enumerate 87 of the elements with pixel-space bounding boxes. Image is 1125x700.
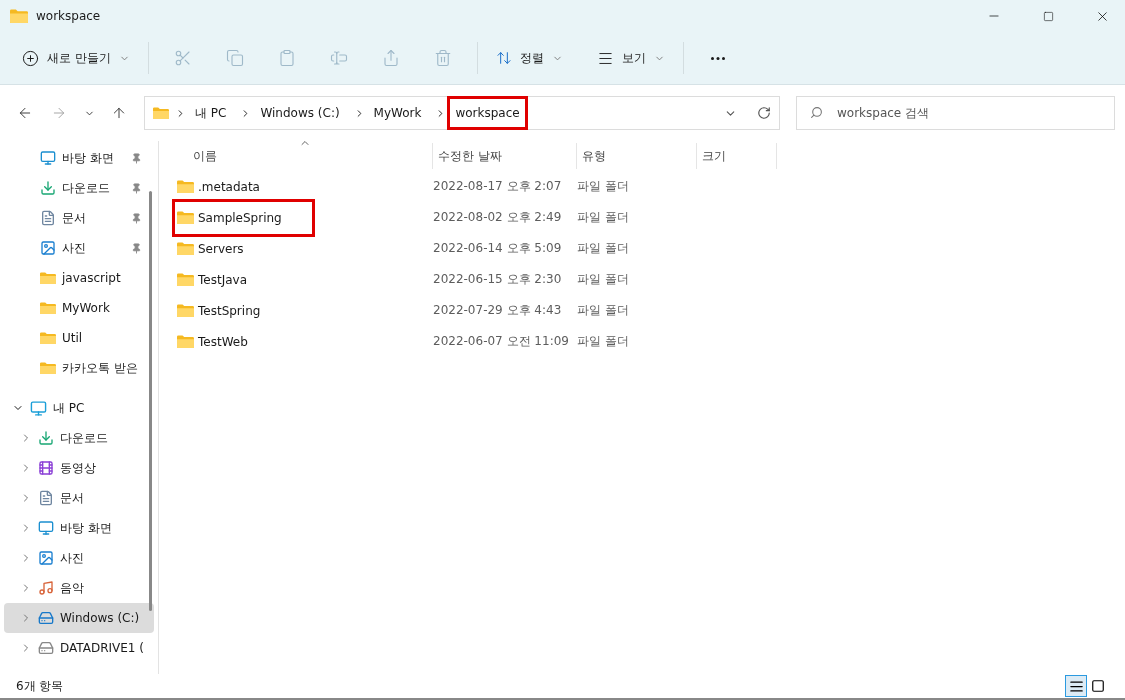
sidebar-item[interactable]: 음악	[4, 573, 154, 603]
drive-icon	[38, 610, 54, 626]
picture-icon	[40, 240, 56, 256]
new-button[interactable]: 새로 만들기	[14, 40, 138, 76]
download-icon	[40, 180, 56, 196]
rename-icon	[329, 49, 348, 67]
table-cell-text: 2022-06-15 오후 2:30	[433, 271, 563, 288]
sidebar-item[interactable]: 바탕 화면	[4, 143, 154, 173]
table-cell-text: 파일 폴더	[577, 178, 630, 195]
window-title: workspace	[36, 9, 102, 23]
sidebar-item[interactable]: 카카오톡 받은	[4, 353, 154, 383]
folder-icon	[177, 179, 194, 194]
sidebar-item[interactable]: MyWork	[4, 293, 154, 323]
tiles-icon	[1091, 679, 1105, 693]
sort-button[interactable]: 정렬	[487, 40, 571, 76]
details-view-button[interactable]	[1065, 675, 1087, 697]
music-icon	[38, 580, 54, 596]
refresh-icon	[757, 106, 771, 120]
sidebar-item[interactable]: 문서	[4, 203, 154, 233]
drive-icon	[38, 640, 54, 656]
sidebar-item[interactable]: 사진	[4, 233, 154, 263]
table-cell-text: 2022-06-07 오전 11:09	[433, 333, 570, 350]
search-field[interactable]: workspace 검색	[796, 96, 1115, 130]
sidebar-item[interactable]: 동영상	[4, 453, 154, 483]
file-name[interactable]: SampleSpring	[172, 198, 315, 237]
breadcrumb-item[interactable]: workspace	[447, 96, 528, 130]
forward-arrow-icon	[51, 105, 67, 121]
column-header[interactable]: 유형	[577, 143, 697, 169]
folder-icon	[153, 106, 169, 120]
scissors-icon	[173, 49, 192, 67]
folder-icon	[40, 361, 56, 375]
folder-icon	[40, 301, 56, 315]
column-header[interactable]: 크기	[697, 143, 777, 169]
download-icon	[38, 430, 54, 446]
column-header[interactable]: 수정한 날짜	[433, 143, 577, 169]
document-icon	[38, 490, 54, 506]
sidebar-item[interactable]: javascript	[4, 263, 154, 293]
table-cell-text: 파일 폴더	[577, 209, 630, 226]
folder-icon	[177, 241, 194, 256]
address-bar[interactable]: 내 PC Windows (C:) MyWork workspace	[144, 96, 780, 130]
view-button[interactable]: 보기	[588, 40, 673, 76]
folder-icon	[177, 272, 194, 287]
table-cell-text: 파일 폴더	[577, 240, 630, 257]
sidebar-item[interactable]: Util	[4, 323, 154, 353]
table-cell-text: 파일 폴더	[577, 271, 630, 288]
table-cell-text: 2022-07-29 오후 4:43	[433, 302, 563, 319]
sidebar-item[interactable]: 문서	[4, 483, 154, 513]
scrollbar[interactable]	[149, 191, 152, 611]
document-icon	[40, 210, 56, 226]
copy-icon	[225, 49, 244, 67]
sidebar-item[interactable]: 사진	[4, 543, 154, 573]
sidebar-item[interactable]: 바탕 화면	[4, 513, 154, 543]
table-cell-text: 2022-08-17 오후 2:07	[433, 178, 563, 195]
picture-icon	[38, 550, 54, 566]
monitor-icon	[30, 399, 47, 417]
table-cell-text: 2022-06-14 오후 5:09	[433, 240, 563, 257]
item-count: 6개 항목	[16, 677, 65, 695]
film-icon	[38, 460, 54, 476]
folder-icon	[177, 210, 194, 225]
list-icon	[1068, 678, 1084, 694]
breadcrumb-item[interactable]: MyWork	[365, 96, 430, 130]
monitor-icon	[38, 520, 54, 536]
breadcrumb-item[interactable]: 내 PC	[187, 96, 235, 130]
folder-icon	[10, 8, 28, 24]
table-cell-text: 2022-08-02 오후 2:49	[433, 209, 563, 226]
share-icon	[381, 49, 400, 67]
sort-icon	[495, 50, 512, 66]
column-header[interactable]: 이름	[177, 143, 433, 169]
folder-icon	[40, 271, 56, 285]
breadcrumb-item[interactable]: Windows (C:)	[252, 96, 348, 130]
more-icon	[710, 56, 725, 60]
sidebar-item[interactable]: Windows (C:)	[4, 603, 154, 633]
sidebar-item[interactable]: 다운로드	[4, 173, 154, 203]
plus-icon	[22, 49, 39, 67]
folder-icon	[177, 334, 194, 349]
clipboard-icon	[277, 49, 296, 67]
sidebar-item[interactable]: 다운로드	[4, 423, 154, 453]
search-icon	[810, 106, 823, 119]
maximize-icon	[1042, 10, 1054, 22]
monitor-icon	[40, 150, 56, 166]
sidebar-item[interactable]: 내 PC	[4, 393, 154, 423]
sidebar-item[interactable]: DATADRIVE1 (	[4, 633, 154, 663]
folder-icon	[177, 303, 194, 318]
trash-icon	[433, 49, 452, 67]
folder-icon	[40, 331, 56, 345]
table-cell-text: 파일 폴더	[577, 302, 630, 319]
table-cell-text: 파일 폴더	[577, 333, 630, 350]
